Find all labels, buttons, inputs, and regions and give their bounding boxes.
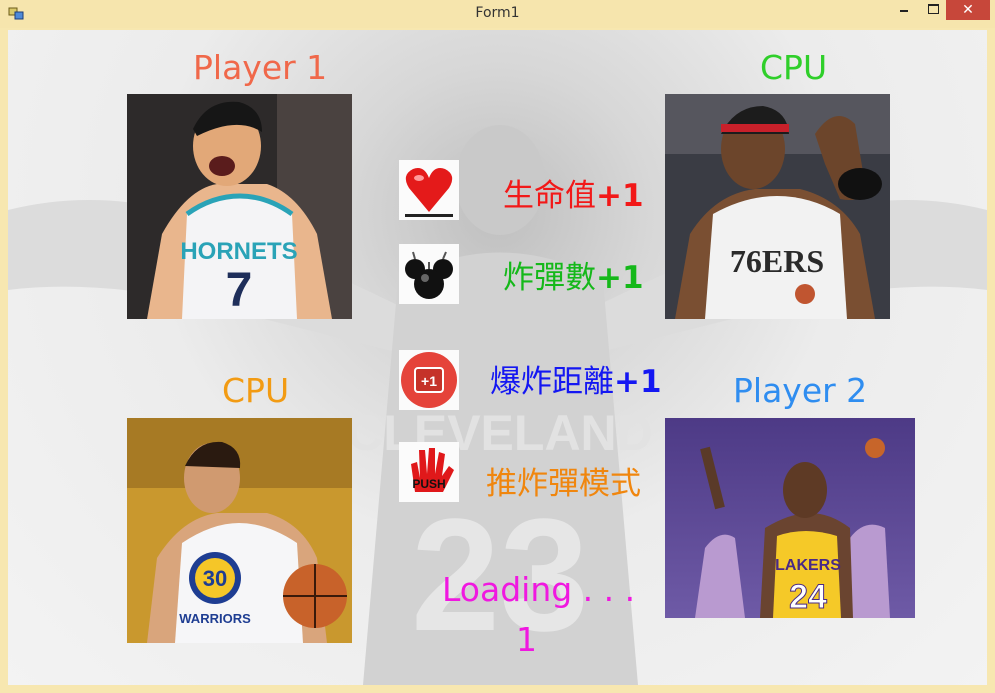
jersey-text: WARRIORS: [179, 611, 251, 626]
loading-counter: 1: [516, 620, 537, 659]
player-1-label: Player 1: [193, 48, 328, 87]
heart-icon: [399, 160, 459, 220]
player-2-label: Player 2: [733, 371, 868, 410]
close-button[interactable]: ✕: [946, 0, 990, 20]
jersey-text: LAKERS: [775, 557, 841, 574]
bomb-count-bonus-label: 炸彈數+1: [503, 260, 644, 296]
cpu-top-label: CPU: [760, 48, 828, 87]
player-1-photo[interactable]: HORNETS 7: [127, 94, 352, 319]
window-title: Form1: [475, 5, 520, 21]
push-bomb-mode-label: 推炸彈模式: [486, 466, 641, 502]
jersey-text: HORNETS: [180, 238, 297, 265]
jersey-number: 7: [226, 264, 253, 317]
blast-range-bonus-label: 爆炸距離+1: [490, 364, 662, 400]
jersey-number: 24: [789, 578, 827, 616]
maximize-button[interactable]: [920, 0, 946, 20]
minimize-button[interactable]: [888, 0, 920, 20]
window-titlebar[interactable]: Form1 ✕: [0, 0, 995, 28]
jersey-text: 76ERS: [730, 243, 824, 279]
cpu-top-photo[interactable]: 76ERS: [665, 94, 890, 319]
jersey-number: 30: [203, 566, 227, 591]
life-bonus-label: 生命值+1: [503, 178, 644, 214]
background-jersey-text: CLEVELAND: [347, 405, 653, 461]
game-panel: CLEVELAND 23 Player 1 CPU CPU Player 2 H…: [8, 30, 987, 685]
svg-text:+1: +1: [421, 373, 437, 389]
push-hand-icon: PUSH: [399, 442, 459, 502]
loading-text: Loading . . .: [442, 570, 636, 609]
cpu-bottom-photo[interactable]: 30 WARRIORS: [127, 418, 352, 643]
bomb-icon: [399, 244, 459, 304]
plus-one-icon: +1: [399, 350, 459, 410]
svg-text:PUSH: PUSH: [412, 477, 445, 491]
cpu-bottom-label: CPU: [222, 371, 290, 410]
player-2-photo[interactable]: LAKERS 24: [665, 418, 915, 618]
